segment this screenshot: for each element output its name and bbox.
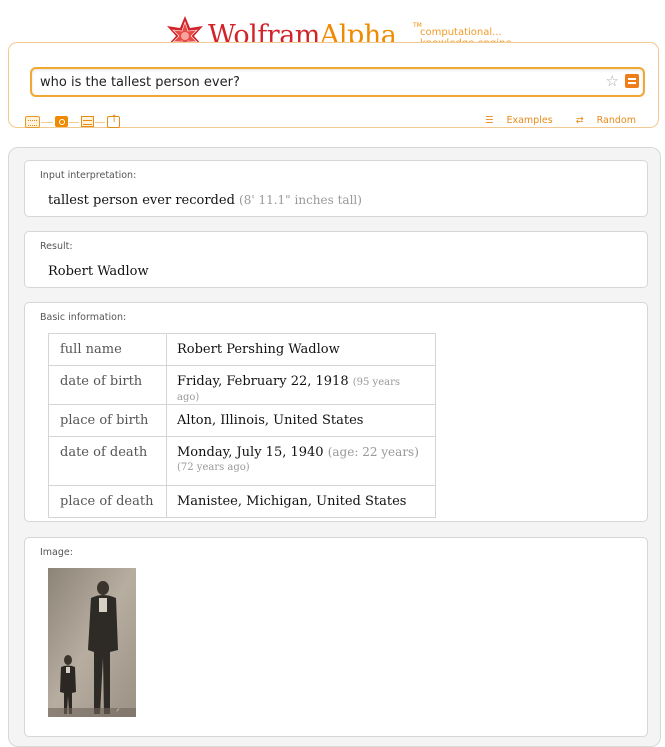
table-row: full name Robert Pershing Wadlow <box>48 333 436 366</box>
pod-title: Image: <box>40 547 73 558</box>
table-row: date of death Monday, July 15, 1940 (age… <box>48 436 436 486</box>
random-link[interactable]: ⇄ Random <box>566 115 636 126</box>
basic-information-table: full name Robert Pershing Wadlow date of… <box>48 333 436 518</box>
search-submit-button[interactable] <box>625 74 639 88</box>
image-pod: Image: ~ <box>24 537 648 737</box>
header-links: ☰ Examples ⇄ Random <box>465 115 636 126</box>
search-query-text[interactable]: who is the tallest person ever? <box>40 75 240 90</box>
favorite-star-icon[interactable]: ☆ <box>606 72 619 90</box>
shuffle-icon: ⇄ <box>575 115 584 126</box>
divider <box>69 122 79 123</box>
pod-title: Input interpretation: <box>40 170 137 181</box>
results-container: Input interpretation: tallest person eve… <box>8 147 661 747</box>
pod-title: Result: <box>40 241 73 252</box>
robert-wadlow-photo[interactable]: ~ <box>48 568 136 717</box>
upload-icon[interactable] <box>107 114 120 128</box>
search-frame: who is the tallest person ever? ☆ ☰Examp… <box>8 42 659 128</box>
result-text: Robert Wadlow <box>48 264 149 279</box>
input-interpretation-text: tallest person ever recorded (8' 11.1" i… <box>48 193 362 208</box>
basic-information-pod: Basic information: full name Robert Pers… <box>24 302 648 522</box>
examples-link[interactable]: ☰ Examples <box>475 115 553 126</box>
search-input[interactable]: who is the tallest person ever? ☆ <box>30 67 645 97</box>
camera-icon[interactable] <box>55 116 68 127</box>
pod-title: Basic information: <box>40 312 127 323</box>
list-icon: ☰ <box>484 115 494 126</box>
table-input-icon[interactable] <box>81 116 94 127</box>
table-row: place of birth Alton, Illinois, United S… <box>48 404 436 437</box>
table-row: date of birth Friday, February 22, 1918 … <box>48 365 436 405</box>
divider <box>41 122 53 123</box>
result-pod: Result: Robert Wadlow <box>24 231 648 288</box>
table-row: place of death Manistee, Michigan, Unite… <box>48 485 436 518</box>
divider <box>95 122 105 123</box>
input-interpretation-pod: Input interpretation: tallest person eve… <box>24 160 648 217</box>
keyboard-icon[interactable] <box>25 116 40 128</box>
